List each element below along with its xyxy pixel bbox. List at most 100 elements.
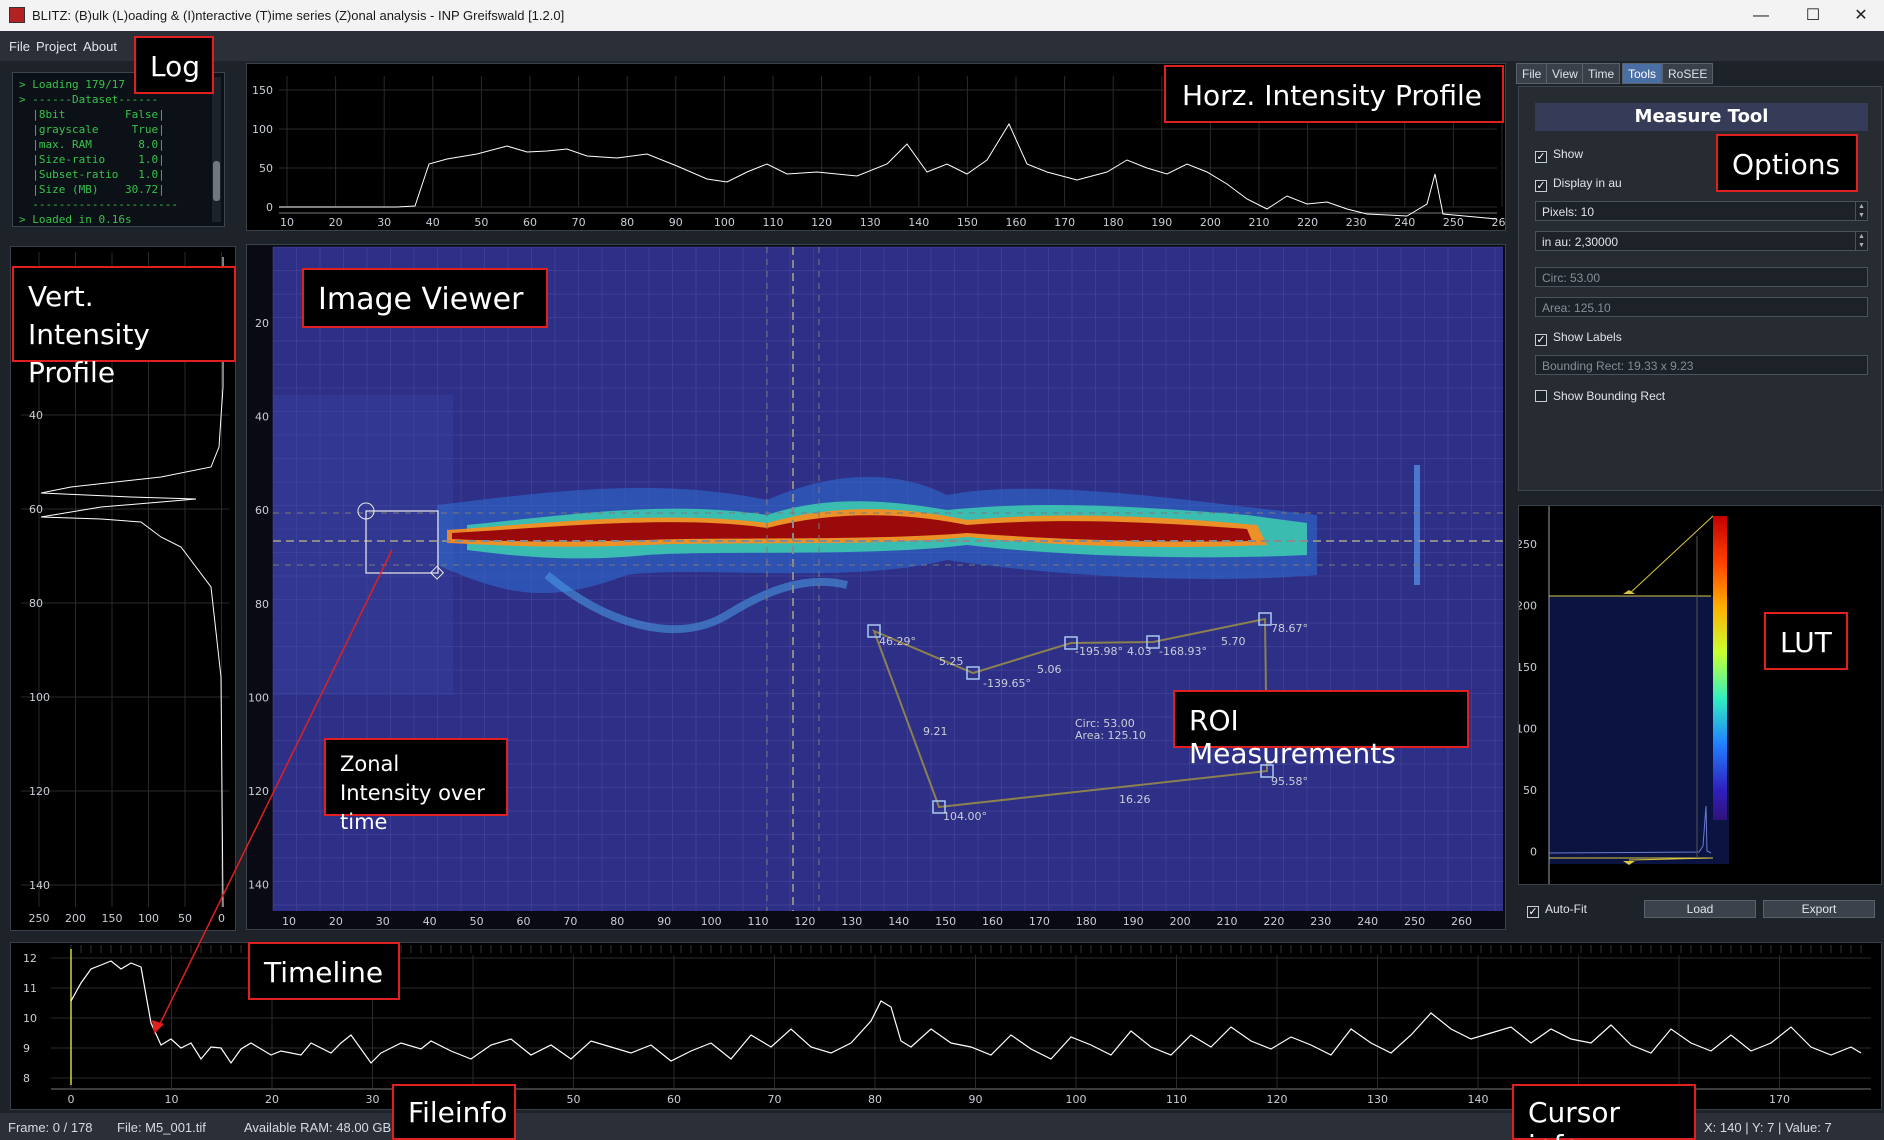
timeline-y-tick: 10: [23, 1012, 37, 1025]
viewer-x-tick: 200: [1170, 915, 1191, 928]
vert-x-tick: 50: [178, 912, 192, 925]
auto-fit-checkbox[interactable]: ✓ Auto-Fit: [1527, 902, 1587, 918]
annotation-horz-profile: Horz. Intensity Profile: [1164, 65, 1504, 123]
viewer-x-tick: 80: [610, 915, 624, 928]
viewer-x-tick: 250: [1404, 915, 1425, 928]
lut-load-button[interactable]: Load: [1644, 900, 1756, 918]
horz-x-tick: 150: [957, 216, 978, 229]
vert-y-tick: 60: [29, 503, 43, 516]
viewer-x-tick: 240: [1357, 915, 1378, 928]
spin-arrows-icon[interactable]: ▲ ▼: [1855, 202, 1867, 220]
pixels-spinbox[interactable]: Pixels: 10 ▲ ▼: [1535, 201, 1868, 221]
roi-area-label: Area: 125.10: [1075, 729, 1146, 742]
lut-histogram[interactable]: 250 200 150 100 50 0: [1516, 506, 1881, 884]
check-icon[interactable]: ✓: [1535, 180, 1547, 192]
viewer-y-tick: 20: [255, 317, 269, 330]
window-title: BLITZ: (B)ulk (L)oading & (I)nteractive …: [32, 8, 565, 23]
image-viewer[interactable]: 46.29° -139.65° -195.98° -168.93° 78.67° 95.5…: [246, 244, 1506, 930]
image-viewer-canvas[interactable]: 46.29° -139.65° -195.98° -168.93° 78.67° 95.5…: [247, 245, 1505, 929]
timeline-x-tick: 10: [165, 1093, 179, 1106]
measure-tool-title: Measure Tool: [1535, 103, 1868, 131]
horz-x-tick: 160: [1006, 216, 1027, 229]
timeline-x-tick: 140: [1468, 1093, 1489, 1106]
roi-length-label: 4.03: [1127, 645, 1152, 658]
check-icon[interactable]: ✓: [1535, 334, 1547, 346]
checkbox-empty-icon[interactable]: [1535, 390, 1547, 402]
tab-time[interactable]: Time: [1582, 63, 1621, 84]
timeline-x-tick: 110: [1166, 1093, 1187, 1106]
lut-gradient-bar[interactable]: [1713, 516, 1727, 820]
close-button[interactable]: ✕: [1838, 0, 1884, 31]
viewer-x-tick: 220: [1263, 915, 1284, 928]
timeline-x-tick: 100: [1066, 1093, 1087, 1106]
roi-length-label: 9.21: [923, 725, 948, 738]
tab-rosee[interactable]: RoSEE: [1662, 63, 1714, 84]
viewer-x-tick: 150: [935, 915, 956, 928]
viewer-x-tick: 110: [748, 915, 769, 928]
roi-angle-label: 95.58°: [1271, 775, 1308, 788]
timeline-x-tick: 50: [567, 1093, 581, 1106]
horz-x-tick: 20: [329, 216, 343, 229]
tab-view[interactable]: View: [1546, 63, 1584, 84]
log-scroll-thumb[interactable]: [213, 161, 220, 201]
horz-x-tick: 260: [1492, 216, 1506, 229]
viewer-x-tick: 130: [841, 915, 862, 928]
log-console[interactable]: > Loading 179/17 > ------Dataset------ |…: [12, 72, 225, 227]
lut-y-tick: 50: [1523, 784, 1537, 797]
viewer-x-tick: 170: [1029, 915, 1050, 928]
timeline-x-tick: 30: [366, 1093, 380, 1106]
log-scrollbar[interactable]: [212, 77, 221, 222]
horz-x-tick: 70: [572, 216, 586, 229]
timeline-x-tick: 60: [667, 1093, 681, 1106]
viewer-y-tick: 80: [255, 598, 269, 611]
display-au-checkbox[interactable]: ✓ Display in au: [1535, 176, 1622, 192]
tab-file[interactable]: File: [1516, 63, 1548, 84]
annotation-cursor-info: Cursor info: [1512, 1084, 1696, 1140]
menu-project[interactable]: Project: [36, 39, 76, 54]
horz-y-tick: 100: [252, 123, 273, 136]
horz-x-tick: 100: [714, 216, 735, 229]
lut-y-tick: 200: [1519, 600, 1537, 613]
maximize-button[interactable]: ☐: [1790, 0, 1836, 31]
log-text: > Loading 179/17 > ------Dataset------ |…: [19, 78, 178, 226]
check-icon[interactable]: ✓: [1535, 151, 1547, 163]
viewer-x-tick: 90: [657, 915, 671, 928]
viewer-x-tick: 190: [1123, 915, 1144, 928]
roi-length-label: 5.25: [939, 655, 964, 668]
vert-y-tick: 120: [29, 785, 50, 798]
lut-panel[interactable]: 250 200 150 100 50 0: [1516, 505, 1882, 885]
horz-x-tick: 120: [811, 216, 832, 229]
tab-tools[interactable]: Tools: [1622, 63, 1663, 84]
show-labels-checkbox[interactable]: ✓ Show Labels: [1535, 330, 1622, 346]
file-name: File: M5_001.tif: [117, 1120, 206, 1135]
annotation-fileinfo: Fileinfo: [392, 1084, 516, 1140]
lut-y-tick: 0: [1530, 846, 1537, 859]
timeline-x-tick: 0: [68, 1093, 75, 1106]
viewer-x-tick: 160: [982, 915, 1003, 928]
annotation-vert-profile: Vert. Intensity Profile: [12, 266, 236, 389]
viewer-x-tick: 230: [1310, 915, 1331, 928]
horz-x-tick: 230: [1346, 216, 1367, 229]
roi-angle-label: 78.67°: [1271, 622, 1308, 635]
show-bounding-rect-checkbox[interactable]: Show Bounding Rect: [1535, 389, 1665, 403]
check-icon[interactable]: ✓: [1527, 906, 1539, 918]
timeline-x-tick: 90: [969, 1093, 983, 1106]
horz-x-tick: 200: [1200, 216, 1221, 229]
viewer-x-tick: 260: [1451, 915, 1472, 928]
horz-y-tick: 150: [252, 84, 273, 97]
in-au-spinbox[interactable]: in au: 2,30000 ▲ ▼: [1535, 231, 1868, 251]
lut-export-button[interactable]: Export: [1763, 900, 1875, 918]
timeline-y-tick: 11: [23, 982, 37, 995]
horz-x-tick: 240: [1394, 216, 1415, 229]
roi-length-label: 16.26: [1119, 793, 1151, 806]
viewer-x-tick: 50: [470, 915, 484, 928]
timeline-x-tick: 20: [265, 1093, 279, 1106]
menu-bar: File Project About: [0, 31, 1884, 61]
show-checkbox[interactable]: ✓ Show: [1535, 147, 1583, 163]
menu-about[interactable]: About: [83, 39, 117, 54]
viewer-y-tick: 40: [255, 411, 269, 424]
minimize-button[interactable]: —: [1738, 0, 1784, 31]
menu-file[interactable]: File: [9, 39, 30, 54]
horz-x-tick: 190: [1151, 216, 1172, 229]
spin-arrows-icon[interactable]: ▲ ▼: [1855, 232, 1867, 250]
